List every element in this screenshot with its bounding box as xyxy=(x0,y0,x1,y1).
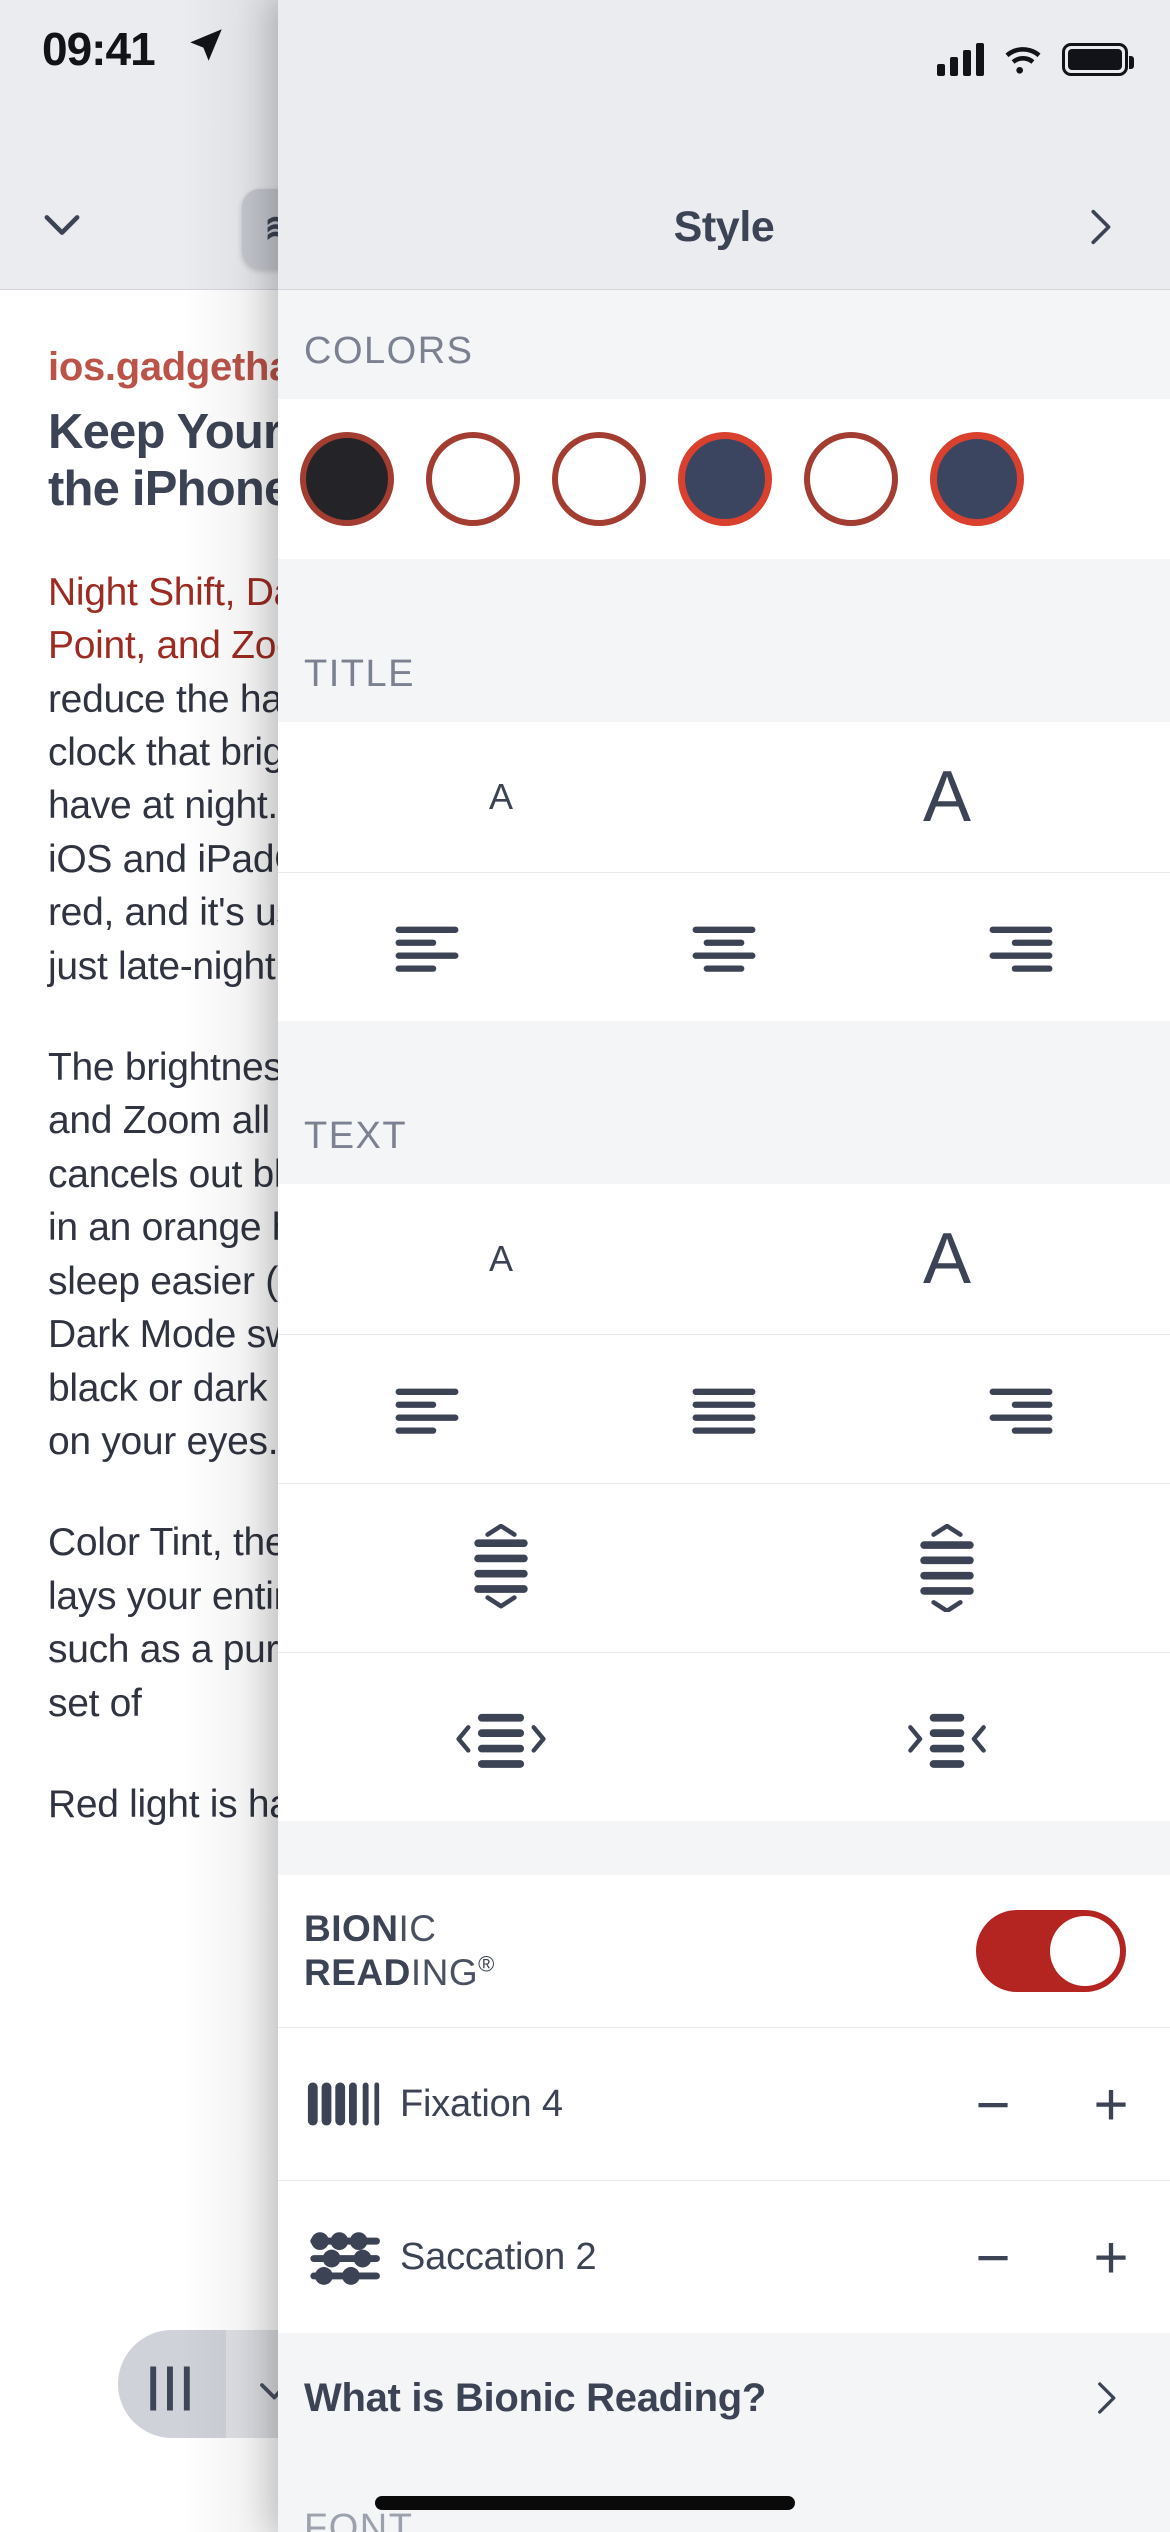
toggle-knob xyxy=(1050,1916,1120,1986)
align-right-icon[interactable] xyxy=(873,1381,1170,1437)
saccation-decrease-button[interactable]: − xyxy=(934,2223,1052,2292)
color-swatch-row[interactable] xyxy=(278,399,1170,559)
saccation-label: Saccation 2 xyxy=(400,2235,597,2278)
status-time: 09:41 xyxy=(42,23,156,75)
chevron-right-icon[interactable] xyxy=(1076,204,1122,250)
title-card: A A xyxy=(278,722,1170,1021)
bionic-reading-row: BIONIC READING® xyxy=(278,1875,1170,2027)
fixation-row: Fixation 4 − + xyxy=(278,2028,1170,2180)
align-justify-icon[interactable] xyxy=(575,1381,872,1437)
title-alignment-row xyxy=(278,873,1170,1021)
section-spacer xyxy=(278,1821,1170,1875)
line-height-row xyxy=(278,1484,1170,1652)
saccation-increase-button[interactable]: + xyxy=(1052,2223,1170,2292)
line-height-increase-icon[interactable] xyxy=(724,1524,1170,1612)
what-is-bionic-reading-label: What is Bionic Reading? xyxy=(304,2375,767,2420)
line-height-decrease-icon[interactable] xyxy=(278,1524,724,1612)
section-spacer xyxy=(278,1021,1170,1075)
chevron-down-icon[interactable] xyxy=(36,199,88,251)
fixation-increase-button[interactable]: + xyxy=(1052,2070,1170,2139)
title-font-size-row: A A xyxy=(278,722,1170,872)
what-is-bionic-reading-row[interactable]: What is Bionic Reading? xyxy=(278,2333,1170,2463)
bionic-reading-toggle[interactable] xyxy=(976,1910,1126,1992)
swatch-navy-1[interactable] xyxy=(678,432,772,526)
section-header-colors: COLORS xyxy=(278,290,1170,399)
status-icons xyxy=(937,42,1134,76)
saccation-sliders-icon xyxy=(304,2228,400,2286)
swatch-navy-2[interactable] xyxy=(930,432,1024,526)
fixation-label: Fixation 4 xyxy=(400,2082,563,2125)
fixation-bars-icon xyxy=(304,2076,400,2132)
swatch-white-3[interactable] xyxy=(804,432,898,526)
align-right-icon[interactable] xyxy=(873,919,1170,975)
sheet-status-bar xyxy=(278,0,1170,165)
chevron-right-icon[interactable] xyxy=(1084,2377,1126,2419)
colors-card xyxy=(278,399,1170,559)
margin-row xyxy=(278,1653,1170,1821)
battery-icon xyxy=(1062,42,1134,76)
swatch-white-1[interactable] xyxy=(426,432,520,526)
fixation-decrease-button[interactable]: − xyxy=(934,2070,1052,2139)
align-center-icon[interactable] xyxy=(575,919,872,975)
bionic-reading-logo: BIONIC READING® xyxy=(304,1907,495,1994)
swatch-white-2[interactable] xyxy=(552,432,646,526)
text-columns-icon[interactable]: ||| xyxy=(118,2357,226,2411)
cellular-signal-icon xyxy=(937,42,984,76)
section-spacer xyxy=(278,559,1170,613)
align-left-icon[interactable] xyxy=(278,919,575,975)
bionic-logo-light-2: ING xyxy=(410,1952,479,1993)
sheet-nav-bar: Style xyxy=(278,165,1170,290)
text-size-large-button[interactable]: A xyxy=(724,1218,1170,1300)
section-header-title: TITLE xyxy=(278,613,1170,722)
wifi-icon xyxy=(1002,43,1044,75)
style-settings-sheet: Style COLORS TITLE A A TEXT A A BIONIC R… xyxy=(278,0,1170,2532)
home-indicator xyxy=(375,2496,795,2510)
bionic-logo-bold-1: BION xyxy=(304,1908,399,1950)
bionic-card: BIONIC READING® Fixation 4 − + Saccation… xyxy=(278,1875,1170,2333)
text-card: A A xyxy=(278,1184,1170,1821)
align-left-icon[interactable] xyxy=(278,1381,575,1437)
bionic-logo-light-1: IC xyxy=(398,1908,437,1950)
registered-mark: ® xyxy=(478,1951,495,1977)
page-title: Style xyxy=(673,202,775,251)
text-size-small-button[interactable]: A xyxy=(278,1238,724,1280)
text-font-size-row: A A xyxy=(278,1184,1170,1334)
section-header-text: TEXT xyxy=(278,1075,1170,1184)
title-size-large-button[interactable]: A xyxy=(724,756,1170,838)
title-size-small-button[interactable]: A xyxy=(278,776,724,818)
location-arrow-icon xyxy=(185,24,227,66)
margin-increase-icon[interactable] xyxy=(724,1702,1170,1772)
saccation-row: Saccation 2 − + xyxy=(278,2181,1170,2333)
bionic-logo-bold-2: READ xyxy=(304,1952,411,1993)
swatch-black[interactable] xyxy=(300,432,394,526)
text-alignment-row xyxy=(278,1335,1170,1483)
margin-decrease-icon[interactable] xyxy=(278,1702,724,1772)
